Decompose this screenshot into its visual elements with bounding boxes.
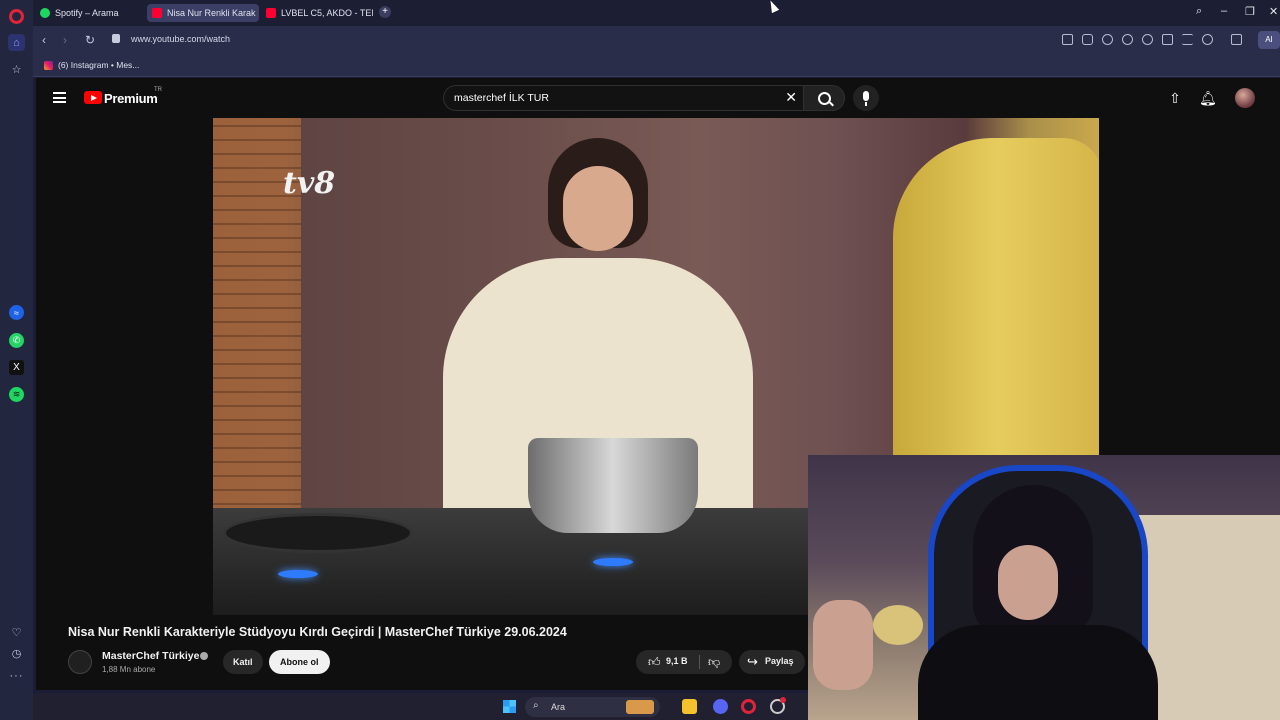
- dislike-icon[interactable]: 👎︎: [708, 655, 720, 670]
- lock-icon: [112, 34, 120, 43]
- youtube-brand[interactable]: Premium: [104, 91, 158, 106]
- tab-spotify[interactable]: Spotify – Arama: [35, 4, 145, 22]
- opera-logo-icon[interactable]: [9, 9, 24, 24]
- screen: ⌂ ☆ ≈ ✆ X ≋ ♡ ◷ ··· Spotify – Arama Nisa…: [0, 0, 1280, 720]
- instagram-icon: [44, 60, 53, 70]
- tab-youtube-music[interactable]: LVBEL C5, AKDO - TEMPO: [261, 4, 373, 22]
- youtube-logo-icon[interactable]: [84, 91, 102, 104]
- account-icon[interactable]: [1202, 34, 1213, 45]
- youtube-icon: [152, 8, 162, 18]
- history-icon[interactable]: ◷: [8, 645, 25, 662]
- frying-pan: [223, 513, 413, 553]
- forward-button[interactable]: ›: [63, 33, 67, 47]
- opera-gx-icon[interactable]: [741, 699, 756, 714]
- verified-icon: [200, 652, 208, 660]
- heart-icon[interactable]: ♡: [8, 624, 25, 641]
- spotify-icon[interactable]: ≋: [9, 387, 24, 402]
- share-label: Paylaş: [765, 656, 794, 666]
- tab-label: Nisa Nur Renkli Karak: [167, 8, 256, 18]
- bookmark-label: (6) Instagram • Mes...: [58, 60, 140, 70]
- home-icon[interactable]: ⌂: [8, 34, 25, 51]
- taskbar-search-label: Ara: [551, 702, 566, 712]
- bookmarks-bar: (6) Instagram • Mes...: [33, 54, 1280, 77]
- upload-icon[interactable]: ⇧: [1167, 90, 1183, 106]
- join-button[interactable]: Katıl: [223, 650, 263, 674]
- streamer-hand: [813, 600, 873, 690]
- youtube-icon: [266, 8, 276, 18]
- spotify-icon: [40, 8, 50, 18]
- menu-icon[interactable]: [1182, 34, 1193, 45]
- like-count[interactable]: 9,1 B: [666, 656, 688, 666]
- cooking-pot: [528, 438, 698, 533]
- extensions-icon[interactable]: [1231, 34, 1242, 45]
- youtube-header: Premium TR masterchef İLK TUR ✕ ⇧ 🔔︎: [36, 78, 1280, 118]
- subscribe-button[interactable]: Abone ol: [269, 650, 330, 674]
- back-button[interactable]: ‹: [42, 33, 46, 47]
- search-button[interactable]: [803, 85, 845, 111]
- tab-strip: Spotify – Arama Nisa Nur Renkli Karak LV…: [33, 0, 1280, 26]
- search-highlight-icon: [626, 700, 654, 714]
- play-icon[interactable]: [1122, 34, 1133, 45]
- file-explorer-icon[interactable]: [682, 699, 697, 714]
- search-input[interactable]: masterchef İLK TUR ✕: [443, 85, 803, 111]
- video-title: Nisa Nur Renkli Karakteriyle Stüdyoyu Kı…: [68, 625, 567, 639]
- share-button[interactable]: ↪ Paylaş: [739, 650, 805, 674]
- search-tabs-icon[interactable]: ⌕: [1196, 5, 1202, 18]
- avatar[interactable]: [1235, 88, 1255, 108]
- clear-search-icon[interactable]: ✕: [785, 89, 797, 106]
- camera-icon[interactable]: [1082, 34, 1093, 45]
- download-icon[interactable]: [1162, 34, 1173, 45]
- notification-dot: [780, 697, 786, 703]
- voice-search-button[interactable]: [853, 85, 879, 111]
- ai-button[interactable]: AI: [1258, 31, 1280, 49]
- reload-button[interactable]: ↻: [85, 33, 95, 47]
- more-icon[interactable]: ···: [8, 667, 25, 684]
- streamer-face: [998, 545, 1058, 620]
- edit-icon[interactable]: [1062, 34, 1073, 45]
- opera-sidebar: ⌂ ☆ ≈ ✆ X ≋ ♡ ◷ ···: [0, 0, 33, 720]
- windows-taskbar: ⌕ Ara: [33, 693, 808, 720]
- channel-avatar[interactable]: [68, 650, 92, 674]
- shield-icon[interactable]: [1102, 34, 1113, 45]
- windows-start-icon[interactable]: [503, 700, 516, 713]
- like-icon[interactable]: 👍︎: [648, 655, 661, 670]
- tab-label: Spotify – Arama: [55, 8, 119, 18]
- search-query[interactable]: masterchef İLK TUR: [454, 92, 549, 104]
- taskbar-search[interactable]: ⌕ Ara: [525, 697, 660, 717]
- channel-name[interactable]: MasterChef Türkiye: [102, 650, 199, 662]
- minimize-button[interactable]: –: [1221, 5, 1227, 17]
- url-field[interactable]: www.youtube.com/watch: [131, 34, 230, 44]
- channel-watermark: tv8: [283, 166, 336, 201]
- subscriber-count: 1,88 Mn abone: [102, 665, 156, 674]
- discord-icon[interactable]: [713, 699, 728, 714]
- star-icon[interactable]: ☆: [8, 61, 25, 78]
- hamburger-menu-icon[interactable]: [53, 92, 66, 103]
- whatsapp-icon[interactable]: ✆: [9, 333, 24, 348]
- new-tab-button[interactable]: +: [379, 6, 391, 18]
- heart-icon[interactable]: [1142, 34, 1153, 45]
- burner-flame: [278, 570, 318, 578]
- close-window-button[interactable]: ✕: [1269, 5, 1278, 18]
- divider: [699, 655, 700, 669]
- notifications-bell-icon[interactable]: 🔔︎: [1199, 90, 1217, 106]
- messenger-icon[interactable]: ≈: [9, 305, 24, 320]
- share-icon: ↪: [747, 654, 758, 669]
- plush-toy: [873, 605, 923, 645]
- search-icon: ⌕: [533, 700, 539, 711]
- burner-flame: [593, 558, 633, 566]
- address-bar: ‹ › ↻ www.youtube.com/watch AI: [33, 26, 1280, 54]
- bookmark-instagram[interactable]: (6) Instagram • Mes...: [44, 60, 139, 70]
- restore-button[interactable]: ❐: [1245, 5, 1255, 18]
- contestant-face: [563, 166, 633, 251]
- webcam-overlay: [808, 455, 1280, 720]
- region-code: TR: [154, 87, 162, 93]
- tab-youtube-video[interactable]: Nisa Nur Renkli Karak: [147, 4, 259, 22]
- streamer-body: [918, 625, 1158, 720]
- like-dislike-group: 👍︎ 9,1 B 👎︎: [636, 650, 732, 674]
- tab-label: LVBEL C5, AKDO - TEMPO: [281, 8, 373, 18]
- x-icon[interactable]: X: [9, 360, 24, 375]
